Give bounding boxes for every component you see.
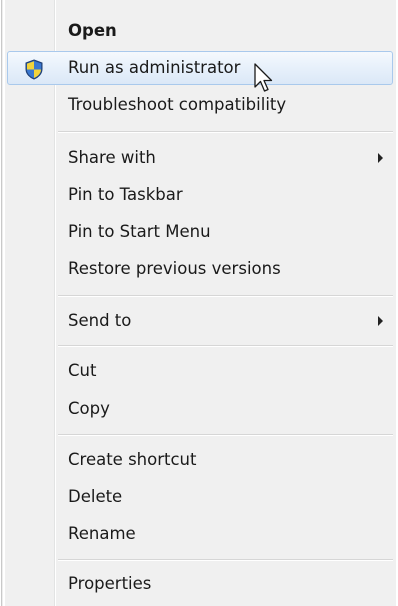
menu-separator: [58, 345, 393, 347]
menu-separator: [58, 295, 393, 297]
menu-item-create-shortcut[interactable]: Create shortcut: [7, 443, 393, 477]
menu-item-pin-to-taskbar[interactable]: Pin to Taskbar: [7, 178, 393, 212]
menu-item-rename[interactable]: Rename: [7, 517, 393, 551]
menu-item-label: Pin to Start Menu: [68, 222, 211, 241]
submenu-arrow-icon: [378, 153, 383, 163]
menu-item-label: Rename: [68, 524, 136, 543]
menu-item-open[interactable]: Open: [7, 14, 393, 48]
menu-item-label: Send to: [68, 311, 132, 330]
menu-item-label: Run as administrator: [68, 58, 241, 77]
menu-separator: [58, 131, 393, 133]
menu-item-properties[interactable]: Properties: [7, 567, 393, 601]
menu-item-send-to[interactable]: Send to: [7, 304, 393, 338]
menu-item-label: Cut: [68, 361, 97, 380]
menu-item-share-with[interactable]: Share with: [7, 141, 393, 175]
menu-item-label: Restore previous versions: [68, 259, 281, 278]
menu-item-label: Troubleshoot compatibility: [68, 95, 287, 114]
uac-shield-icon: [24, 59, 44, 80]
menu-item-cut[interactable]: Cut: [7, 354, 393, 388]
context-menu: Open Run as administrator Troubleshoot c…: [5, 0, 396, 606]
mouse-pointer-icon: [254, 63, 276, 95]
submenu-arrow-icon: [378, 316, 383, 326]
menu-item-label: Open: [68, 21, 117, 40]
menu-item-copy[interactable]: Copy: [7, 392, 393, 426]
menu-item-label: Copy: [68, 399, 110, 418]
menu-item-label: Create shortcut: [68, 450, 197, 469]
menu-item-delete[interactable]: Delete: [7, 480, 393, 514]
menu-item-label: Properties: [68, 574, 152, 593]
menu-item-run-as-administrator[interactable]: Run as administrator: [7, 51, 393, 85]
menu-item-troubleshoot-compatibility[interactable]: Troubleshoot compatibility: [7, 88, 393, 122]
menu-item-label: Delete: [68, 487, 123, 506]
menu-item-label: Pin to Taskbar: [68, 185, 183, 204]
menu-item-label: Share with: [68, 148, 156, 167]
menu-separator: [58, 559, 393, 561]
menu-item-restore-previous-versions[interactable]: Restore previous versions: [7, 252, 393, 286]
menu-separator: [58, 434, 393, 436]
menu-item-pin-to-start-menu[interactable]: Pin to Start Menu: [7, 215, 393, 249]
